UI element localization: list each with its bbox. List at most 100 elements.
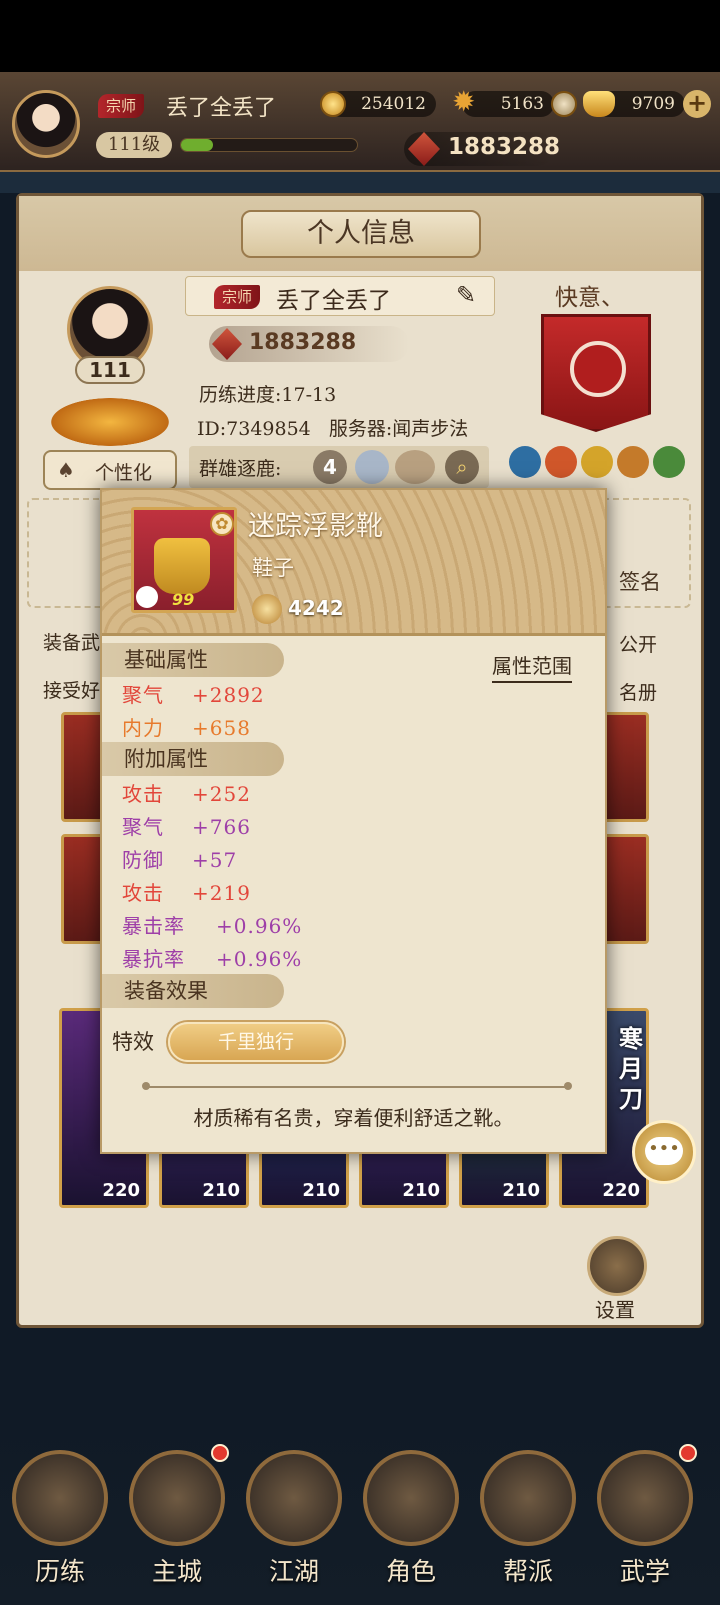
gold-ingot-icon [583, 91, 615, 117]
guild-banner-icon[interactable] [541, 314, 651, 432]
avatar-level: 111 [75, 356, 145, 384]
extra-stat-row: 防御 +57 [122, 844, 522, 877]
guild-buff-icons [509, 446, 699, 480]
stat-value: +57 [192, 848, 238, 872]
stat-name: 防御 [122, 848, 164, 872]
notification-dot [211, 1444, 229, 1462]
extra-stats-list: 攻击 +252 聚气 +766 防御 +57 攻击 +219 暴击率 +0.96% 暴抗率 +0.96… [122, 778, 522, 976]
search-icon[interactable]: ⌕ [445, 450, 479, 484]
stat-name: 暴抗率 [122, 947, 185, 971]
stat-name: 聚气 [122, 683, 164, 707]
right-text-1: 公开 [619, 634, 658, 656]
stat-value: +0.96% [216, 947, 303, 971]
item-score: 4242 [288, 596, 344, 620]
panel-player-name: 丢了全丢了 [276, 288, 391, 314]
settings-label: 设置 [595, 1298, 635, 1322]
panel-power-value: 1883288 [249, 330, 357, 355]
hero-level: 210 [302, 1180, 340, 1201]
status-bar [0, 0, 720, 72]
effect-label: 特效 [112, 1030, 154, 1054]
nav-2-icon[interactable] [246, 1450, 342, 1546]
customize-label: 个性化 [95, 462, 153, 484]
nav-label[interactable]: 帮派 [473, 1552, 583, 1588]
buff-icon-gold [581, 446, 613, 478]
nav-label[interactable]: 历练 [5, 1552, 115, 1588]
hero-level: 210 [202, 1180, 240, 1201]
left-text-2: 接受好 [43, 680, 101, 702]
base-stat-row: 内力 +658 [122, 712, 522, 745]
buff-icon-earth [617, 446, 649, 478]
item-detail-modal: ✿ 99 迷踪浮影靴 鞋子 4242 基础属性 属性范围 聚气 +2892 内力 +6… [100, 488, 607, 1154]
top-bar: 宗师 丢了全丢了 111级 254012 5163 ✹ 9709 + 18832… [0, 72, 720, 172]
trident-icon [355, 450, 389, 484]
stat-value: +219 [192, 881, 251, 905]
nav-label[interactable]: 角色 [356, 1552, 466, 1588]
stat-value: +2892 [192, 683, 265, 707]
stat-name: 暴击率 [122, 914, 185, 938]
customize-button[interactable]: ♠ 个性化 [43, 450, 177, 490]
nav-label[interactable]: 江湖 [239, 1552, 349, 1588]
effect-name-pill[interactable]: 千里独行 [168, 1022, 344, 1062]
stat-value: +766 [192, 815, 251, 839]
stat-value: +0.96% [216, 914, 303, 938]
stat-value: +252 [192, 782, 251, 806]
add-gold-icon[interactable]: + [683, 90, 711, 118]
level-progress-fill [181, 139, 213, 151]
extra-stat-row: 聚气 +766 [122, 811, 522, 844]
item-description: 材质稀有名贵，穿着便利舒适之靴。 [193, 1106, 514, 1130]
boots-icon: ✿ 99 [131, 507, 237, 613]
stat-name: 内力 [122, 716, 164, 740]
player-name: 丢了全丢了 [166, 96, 277, 121]
nav-4-icon[interactable] [480, 1450, 576, 1546]
chat-dots-icon: ••• [645, 1137, 683, 1165]
signature-label: 签名 [619, 570, 661, 594]
hero-side-text: 寒月刀 [619, 1024, 643, 1113]
stat-name: 聚气 [122, 815, 164, 839]
nav-label[interactable]: 主城 [122, 1552, 232, 1588]
hero-level: 220 [602, 1180, 640, 1201]
title-emblem-icon [51, 398, 169, 446]
dragon-emblem-icon [570, 341, 626, 397]
buff-icon-water [509, 446, 541, 478]
nav-5-icon[interactable] [597, 1450, 693, 1546]
flower-icon: ✹ [452, 85, 476, 118]
stat-name: 攻击 [122, 881, 164, 905]
left-text-1: 装备武 [43, 632, 101, 654]
buff-icon-fire [545, 446, 577, 478]
stat-name: 攻击 [122, 782, 164, 806]
base-stats-tab: 基础属性 [102, 643, 284, 677]
player-avatar[interactable] [12, 90, 80, 158]
arena-row: 群雄逐鹿: 4 ⌕ [189, 446, 489, 488]
level-badge: 111级 [96, 132, 172, 158]
hero-level: 210 [502, 1180, 540, 1201]
lock-icon [136, 586, 158, 608]
divider-dot [142, 1082, 150, 1090]
crossed-swords-icon [395, 450, 435, 484]
extra-stat-row: 暴抗率 +0.96% [122, 943, 522, 976]
panel-rank-badge: 宗师 [214, 285, 261, 309]
robe-icon: ♠ [57, 458, 75, 482]
hero-level: 220 [102, 1180, 140, 1201]
notification-dot [679, 1444, 697, 1462]
item-type: 鞋子 [252, 556, 294, 580]
extra-stat-row: 暴击率 +0.96% [122, 910, 522, 943]
id-server-text: ID:7349854 服务器:闻声步法 [197, 418, 469, 440]
edit-name-icon[interactable]: ✎ [456, 281, 476, 309]
quality-icon: ✿ [210, 512, 234, 536]
settings-icon[interactable] [587, 1236, 647, 1296]
boots-shape [154, 538, 210, 594]
divider-dot [564, 1082, 572, 1090]
arena-rank-icon: 4 [313, 450, 347, 484]
effect-tab: 装备效果 [102, 974, 284, 1008]
nav-label[interactable]: 武学 [590, 1552, 700, 1588]
nav-0-icon[interactable] [12, 1450, 108, 1546]
chat-bubble-icon[interactable]: ••• [632, 1120, 696, 1184]
base-stat-row: 聚气 +2892 [122, 679, 522, 712]
guild-name: 快意、 [555, 285, 624, 311]
divider [146, 1086, 570, 1088]
silver-icon [551, 91, 577, 117]
item-icon-level: 99 [172, 590, 195, 609]
nav-3-icon[interactable] [363, 1450, 459, 1546]
nav-1-icon[interactable] [129, 1450, 225, 1546]
progress-text: 历练进度:17-13 [199, 384, 337, 406]
